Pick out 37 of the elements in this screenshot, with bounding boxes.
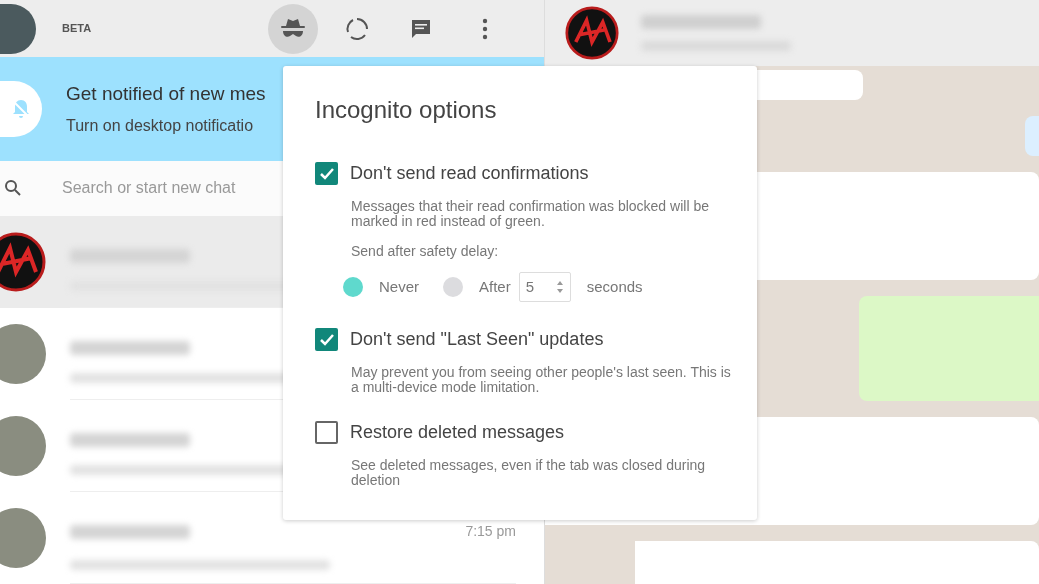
banner-title: Get notified of new mes xyxy=(66,81,266,106)
avatar-placeholder xyxy=(0,324,46,384)
radio-option[interactable]: Never xyxy=(343,275,419,299)
logo-avatar xyxy=(0,232,46,292)
beta-label: BETA xyxy=(62,21,92,37)
radio-option[interactable]: After xyxy=(443,275,511,299)
checkbox[interactable] xyxy=(315,162,338,185)
chat-time: 7:15 pm xyxy=(465,522,516,541)
popup-title: Incognito options xyxy=(315,95,498,125)
avatar-placeholder xyxy=(0,416,46,476)
chat-icon xyxy=(410,17,432,40)
spinner-arrows-icon xyxy=(555,280,564,294)
profile-avatar[interactable] xyxy=(0,3,36,54)
checkbox[interactable] xyxy=(315,328,338,351)
outgoing-bubble xyxy=(1025,116,1039,156)
muted-bell-icon xyxy=(0,80,42,137)
option-label: Restore deleted messages xyxy=(350,421,565,444)
search-icon xyxy=(4,179,22,198)
logo-avatar xyxy=(565,6,619,60)
option-description: Messages that their read confirmation was blocked will be marked in red instead of green. xyxy=(351,199,710,229)
incognito-button[interactable] xyxy=(268,3,318,54)
spinbox-value: 5 xyxy=(525,276,535,297)
seconds-spinbox[interactable]: 5 xyxy=(518,272,571,302)
option-description: See deleted messages, even if the tab was closed during deletion xyxy=(351,458,707,488)
search-field[interactable]: Search or start new chat xyxy=(62,176,282,201)
option-description: May prevent you from seeing other people's last seen. This is a multi-device mode limitation. xyxy=(351,365,731,395)
option-label: Don't send read confirmations xyxy=(350,162,589,185)
checkmark-icon xyxy=(319,333,334,346)
unit-label: seconds xyxy=(586,276,643,297)
status-icon xyxy=(345,16,369,41)
avatar-placeholder xyxy=(0,508,46,568)
checkbox[interactable] xyxy=(315,421,338,444)
option-label: Don't send "Last Seen" updates xyxy=(350,328,604,351)
checkmark-icon xyxy=(319,167,334,180)
delay-label: Send after safety delay: xyxy=(351,242,500,261)
menu-icon xyxy=(482,17,488,40)
banner-subtitle: Turn on desktop notificatio xyxy=(66,116,255,137)
